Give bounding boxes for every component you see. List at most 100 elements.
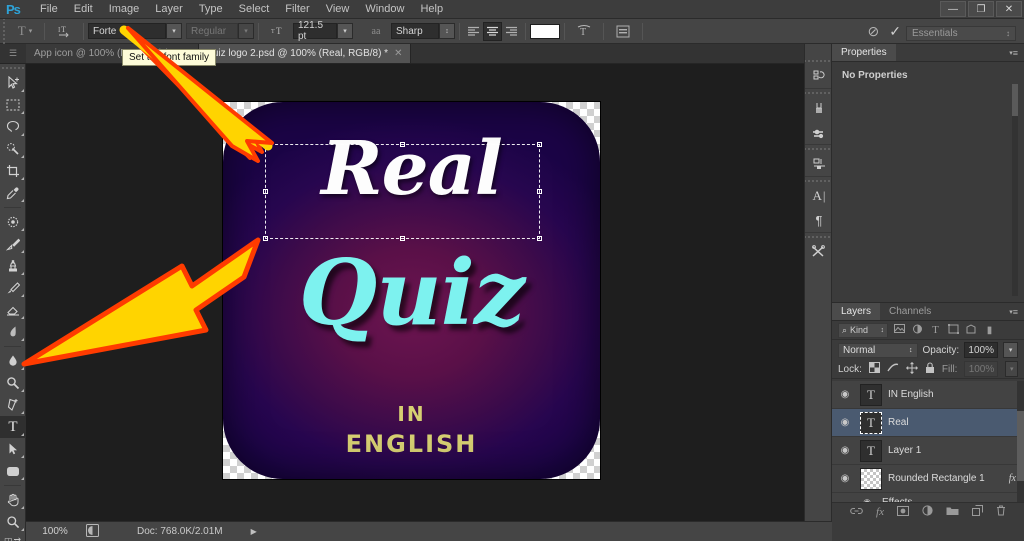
path-selection-tool[interactable]: [0, 438, 26, 460]
horizontal-type-tool[interactable]: T: [0, 416, 26, 438]
default-colors-icon[interactable]: ◰: [4, 536, 13, 541]
hand-tool[interactable]: [0, 489, 26, 511]
rectangular-marquee-tool[interactable]: [0, 94, 26, 116]
font-size-field[interactable]: 121.5 pt: [293, 20, 337, 42]
close-icon[interactable]: ✕: [394, 48, 402, 59]
move-tool[interactable]: [0, 72, 26, 94]
filter-toggle-icon[interactable]: ▮: [983, 325, 996, 336]
properties-panel-menu-icon[interactable]: ▾ ≡: [1003, 44, 1024, 61]
proof-colors-icon[interactable]: [86, 523, 99, 540]
layer-thumbnail[interactable]: [860, 467, 882, 490]
link-layers-button[interactable]: [850, 506, 863, 519]
table-row[interactable]: ◉ T IN English: [832, 381, 1024, 409]
artboard[interactable]: Real Quiz IN ENGLISH: [223, 102, 600, 479]
dock-grip-1[interactable]: [805, 57, 831, 64]
font-family-dropdown-arrow[interactable]: ▾: [166, 23, 182, 39]
delete-layer-button[interactable]: [996, 505, 1006, 519]
handle-bottom-left[interactable]: [263, 236, 268, 241]
layer-thumbnail[interactable]: T: [860, 383, 882, 406]
dock-grip-4[interactable]: [805, 177, 831, 184]
menu-item-edit[interactable]: Edit: [66, 0, 101, 19]
adjustment-filter-icon[interactable]: [911, 324, 924, 337]
align-right-button[interactable]: [502, 22, 521, 41]
spot-healing-brush-tool[interactable]: [0, 211, 26, 233]
table-row[interactable]: ◉ T Real: [832, 409, 1024, 437]
font-style-field[interactable]: Regular: [186, 23, 238, 39]
table-row[interactable]: ◉ Rounded Rectangle 1 fx: [832, 465, 1024, 493]
handle-top-right[interactable]: [537, 142, 542, 147]
status-expand-arrow[interactable]: ▶: [251, 527, 257, 536]
history-panel-icon[interactable]: [805, 64, 833, 88]
tools-panel-grip[interactable]: [0, 64, 25, 72]
filter-kind-select[interactable]: ⌕ Kind ↕: [838, 322, 888, 338]
handle-bottom-center[interactable]: [399, 236, 405, 241]
tab-properties[interactable]: Properties: [832, 44, 896, 61]
rounded-rectangle-tool[interactable]: [0, 460, 26, 482]
menu-item-filter[interactable]: Filter: [277, 0, 317, 19]
active-tool-icon[interactable]: T ▾: [10, 19, 40, 44]
align-left-button[interactable]: [464, 22, 483, 41]
anti-alias-field[interactable]: Sharp: [391, 23, 439, 39]
text-color-swatch[interactable]: [530, 23, 560, 39]
history-brush-tool[interactable]: [0, 277, 26, 299]
toggle-character-panel-button[interactable]: [608, 19, 638, 44]
layers-scrollbar[interactable]: [1017, 381, 1024, 502]
character-panel-icon[interactable]: A |: [805, 184, 833, 208]
swap-colors-icon[interactable]: ⇄: [13, 536, 21, 541]
font-style-dropdown-arrow[interactable]: ▾: [238, 23, 254, 39]
opacity-dropdown-arrow[interactable]: ▾: [1003, 342, 1018, 358]
eyedropper-tool[interactable]: [0, 182, 26, 204]
close-button[interactable]: ✕: [996, 1, 1022, 17]
align-center-button[interactable]: [483, 21, 502, 41]
lock-position-icon[interactable]: [906, 361, 918, 377]
shape-filter-icon[interactable]: [947, 323, 960, 337]
menu-item-window[interactable]: Window: [357, 0, 412, 19]
anti-alias-dropdown-arrow[interactable]: ↕: [439, 23, 455, 39]
pixel-filter-icon[interactable]: [893, 324, 906, 336]
font-family-field[interactable]: Forte: [88, 23, 166, 39]
blur-tool[interactable]: [0, 350, 26, 372]
font-size-dropdown-arrow[interactable]: ▾: [337, 23, 353, 39]
paragraph-panel-icon[interactable]: ¶: [805, 208, 833, 232]
text-orientation-icon[interactable]: I T: [49, 19, 79, 44]
lock-transparent-pixels-icon[interactable]: [868, 362, 880, 376]
new-layer-button[interactable]: [971, 505, 983, 519]
cancel-edits-button[interactable]: ⊘: [868, 23, 880, 40]
layer-visibility-icon[interactable]: ◉: [836, 417, 854, 428]
crop-tool[interactable]: [0, 160, 26, 182]
new-adjustment-layer-button[interactable]: [922, 505, 933, 519]
anti-alias-combo[interactable]: Sharp ↕: [391, 23, 455, 39]
brush-tool[interactable]: [0, 233, 26, 255]
opacity-value[interactable]: 100%: [964, 342, 999, 358]
gradient-tool[interactable]: [0, 321, 26, 343]
pen-tool[interactable]: [0, 394, 26, 416]
layers-list[interactable]: ◉ T IN English ◉ T Real ◉ T Layer 1 ◉ Ro…: [832, 381, 1024, 502]
layer-name[interactable]: IN English: [888, 389, 1020, 400]
clone-stamp-tool[interactable]: [0, 255, 26, 277]
layer-visibility-icon[interactable]: ◉: [836, 389, 854, 400]
lock-image-pixels-icon[interactable]: [887, 362, 899, 376]
tab-layers[interactable]: Layers: [832, 303, 881, 320]
new-group-button[interactable]: [946, 506, 959, 519]
layer-mask-button[interactable]: [896, 505, 909, 519]
fill-dropdown-arrow[interactable]: ▾: [1005, 361, 1018, 377]
font-family-combo[interactable]: Forte ▾: [88, 23, 182, 39]
lasso-tool[interactable]: [0, 116, 26, 138]
font-size-combo[interactable]: 121.5 pt ▾: [293, 20, 353, 42]
workspace-selector[interactable]: Essentials ↕: [906, 26, 1016, 41]
zoom-tool[interactable]: [0, 511, 26, 533]
swatches-panel-icon[interactable]: [805, 120, 833, 144]
layer-visibility-icon[interactable]: ◉: [836, 473, 854, 484]
menu-item-file[interactable]: File: [32, 0, 66, 19]
menu-item-layer[interactable]: Layer: [147, 0, 191, 19]
font-style-combo[interactable]: Regular ▾: [186, 23, 254, 39]
handle-bottom-right[interactable]: [537, 236, 542, 241]
layer-thumbnail[interactable]: T: [860, 411, 882, 434]
lock-all-icon[interactable]: [925, 361, 935, 377]
adjustments-panel-icon[interactable]: [805, 152, 833, 176]
layer-style-button[interactable]: fx: [876, 506, 884, 518]
list-item[interactable]: ◉ Effects: [832, 493, 1024, 503]
dock-grip-3[interactable]: [805, 145, 831, 152]
smart-object-filter-icon[interactable]: [965, 323, 978, 337]
dock-grip-2[interactable]: [805, 89, 831, 96]
